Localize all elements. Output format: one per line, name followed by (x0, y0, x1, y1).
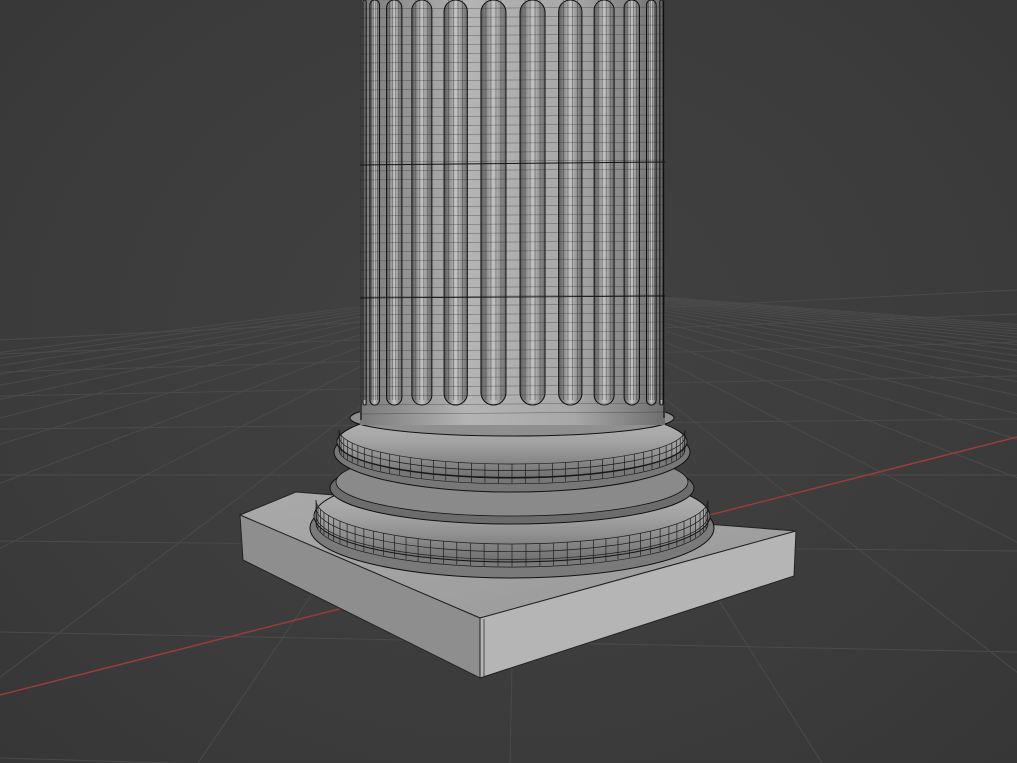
column-flute (593, 0, 615, 406)
column-flute (623, 0, 640, 406)
column-flute (386, 0, 403, 406)
column-flute (443, 0, 468, 406)
column-flute (659, 0, 664, 406)
viewport-scene[interactable] (0, 0, 1017, 763)
column-flute (519, 0, 546, 406)
column-flute (480, 0, 507, 406)
column-flute (411, 0, 433, 406)
fluted-shaft[interactable] (359, 0, 666, 425)
column-flute (645, 0, 657, 406)
column-flute (369, 0, 381, 406)
column-flute (558, 0, 583, 406)
column-flute (362, 0, 367, 406)
3d-viewport[interactable] (0, 0, 1017, 763)
